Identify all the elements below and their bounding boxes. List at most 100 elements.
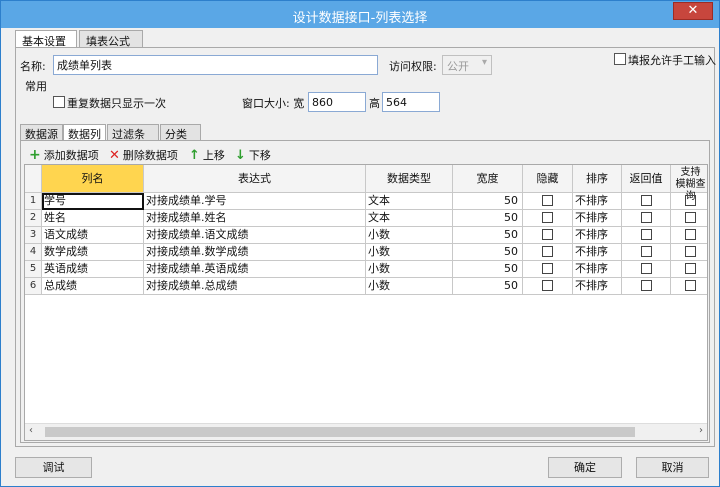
move-up-button[interactable]: ↑ 上移	[189, 146, 225, 164]
data-columns-grid[interactable]: 列名 表达式 数据类型 宽度 隐藏 排序 返回值 支持 模糊查询 1 学号 对接成绩…	[24, 164, 708, 441]
cell-hidden	[523, 244, 573, 261]
cell-width[interactable]: 50	[453, 193, 523, 210]
cell-expression[interactable]: 对接成绩单.语文成绩	[144, 227, 366, 244]
cell-width[interactable]: 50	[453, 210, 523, 227]
row-number: 4	[25, 244, 42, 261]
arrow-down-icon: ↓	[235, 147, 246, 163]
cell-sort[interactable]: 不排序	[573, 244, 622, 261]
scroll-right-icon[interactable]: ›	[699, 425, 703, 436]
access-value: 公开	[447, 60, 469, 73]
cell-width[interactable]: 50	[453, 278, 523, 295]
cell-return-value-checkbox[interactable]	[640, 280, 652, 291]
cell-column-name[interactable]: 学号	[42, 193, 144, 210]
header-return-value[interactable]: 返回值	[622, 165, 671, 193]
cell-data-type[interactable]: 小数	[366, 278, 453, 295]
cell-fuzzy-search	[671, 227, 707, 244]
cell-fuzzy-search-checkbox[interactable]	[685, 280, 696, 291]
window-title: 设计数据接口-列表选择	[292, 11, 428, 26]
tab-fill-formula[interactable]: 填表公式	[79, 30, 143, 48]
cell-expression[interactable]: 对接成绩单.学号	[144, 193, 366, 210]
delete-item-button[interactable]: ✕ 删除数据项	[109, 146, 178, 164]
cell-expression[interactable]: 对接成绩单.英语成绩	[144, 261, 366, 278]
horizontal-scrollbar[interactable]: ‹ ›	[25, 423, 707, 440]
plus-icon: +	[29, 147, 41, 163]
cell-return-value-checkbox[interactable]	[640, 229, 652, 240]
cell-hidden-checkbox[interactable]	[542, 280, 553, 291]
cell-data-type[interactable]: 文本	[366, 210, 453, 227]
cell-hidden	[523, 193, 573, 210]
cell-sort[interactable]: 不排序	[573, 227, 622, 244]
cell-hidden-checkbox[interactable]	[542, 229, 553, 240]
cell-column-name[interactable]: 数学成绩	[42, 244, 144, 261]
dialog-window: 设计数据接口-列表选择 ✕ 基本设置 填表公式 名称: 访问权限: 公开 ▾ 填…	[0, 0, 720, 487]
header-fuzzy-search[interactable]: 支持 模糊查询	[671, 165, 707, 202]
header-sort[interactable]: 排序	[573, 165, 622, 193]
delete-x-icon: ✕	[109, 147, 120, 163]
cell-fuzzy-search-checkbox[interactable]	[685, 212, 696, 223]
width-field[interactable]	[308, 92, 366, 112]
ok-button[interactable]: 确定	[548, 457, 622, 478]
cell-data-type[interactable]: 小数	[366, 227, 453, 244]
cell-fuzzy-search	[671, 210, 707, 227]
cell-width[interactable]: 50	[453, 227, 523, 244]
arrow-up-icon: ↑	[189, 147, 200, 163]
cell-column-name[interactable]: 姓名	[42, 210, 144, 227]
cell-return-value	[622, 244, 671, 261]
cell-fuzzy-search	[671, 244, 707, 261]
name-field[interactable]	[53, 55, 378, 75]
cell-sort[interactable]: 不排序	[573, 193, 622, 210]
add-item-button[interactable]: + 添加数据项	[29, 146, 99, 164]
cell-data-type[interactable]: 小数	[366, 261, 453, 278]
cell-data-type[interactable]: 小数	[366, 244, 453, 261]
cell-width[interactable]: 50	[453, 244, 523, 261]
cell-fuzzy-search-checkbox[interactable]	[685, 195, 696, 206]
cell-fuzzy-search-checkbox[interactable]	[685, 229, 696, 240]
cell-sort[interactable]: 不排序	[573, 210, 622, 227]
cell-expression[interactable]: 对接成绩单.姓名	[144, 210, 366, 227]
cell-sort[interactable]: 不排序	[573, 278, 622, 295]
height-label: 高	[369, 97, 380, 110]
row-number: 3	[25, 227, 42, 244]
debug-button[interactable]: 调试	[15, 457, 92, 478]
cell-column-name[interactable]: 语文成绩	[42, 227, 144, 244]
header-data-type[interactable]: 数据类型	[366, 165, 453, 193]
cell-expression[interactable]: 对接成绩单.总成绩	[144, 278, 366, 295]
repeat-once-checkbox[interactable]	[53, 96, 65, 108]
header-column-name[interactable]: 列名	[42, 165, 144, 193]
cell-hidden-checkbox[interactable]	[542, 246, 553, 257]
cell-expression[interactable]: 对接成绩单.数学成绩	[144, 244, 366, 261]
scroll-left-icon[interactable]: ‹	[29, 425, 33, 436]
cell-fuzzy-search-checkbox[interactable]	[685, 246, 696, 257]
cell-return-value-checkbox[interactable]	[640, 212, 652, 223]
row-number: 6	[25, 278, 42, 295]
cell-hidden-checkbox[interactable]	[542, 263, 553, 274]
cell-data-type[interactable]: 文本	[366, 193, 453, 210]
header-expression[interactable]: 表达式	[144, 165, 366, 193]
allow-manual-checkbox[interactable]	[614, 53, 626, 65]
close-button[interactable]: ✕	[673, 2, 713, 20]
cell-return-value	[622, 227, 671, 244]
cell-column-name[interactable]: 总成绩	[42, 278, 144, 295]
height-field[interactable]	[382, 92, 440, 112]
move-down-button[interactable]: ↓ 下移	[235, 146, 271, 164]
allow-manual-label: 填报允许手工输入	[628, 54, 716, 67]
header-width[interactable]: 宽度	[453, 165, 523, 193]
cell-hidden-checkbox[interactable]	[542, 195, 553, 206]
cell-return-value-checkbox[interactable]	[640, 263, 652, 274]
cancel-button[interactable]: 取消	[636, 457, 709, 478]
access-select[interactable]: 公开 ▾	[442, 55, 492, 75]
cell-fuzzy-search	[671, 261, 707, 278]
cell-return-value-checkbox[interactable]	[640, 246, 652, 257]
cell-hidden-checkbox[interactable]	[542, 212, 553, 223]
cell-return-value-checkbox[interactable]	[640, 195, 652, 206]
header-hidden[interactable]: 隐藏	[523, 165, 573, 193]
row-number: 2	[25, 210, 42, 227]
cell-width[interactable]: 50	[453, 261, 523, 278]
cell-fuzzy-search-checkbox[interactable]	[685, 263, 696, 274]
cell-column-name[interactable]: 英语成绩	[42, 261, 144, 278]
cell-sort[interactable]: 不排序	[573, 261, 622, 278]
cell-hidden	[523, 210, 573, 227]
scroll-thumb[interactable]	[45, 427, 635, 437]
cell-return-value	[622, 210, 671, 227]
section-common-label: 常用	[25, 80, 47, 93]
